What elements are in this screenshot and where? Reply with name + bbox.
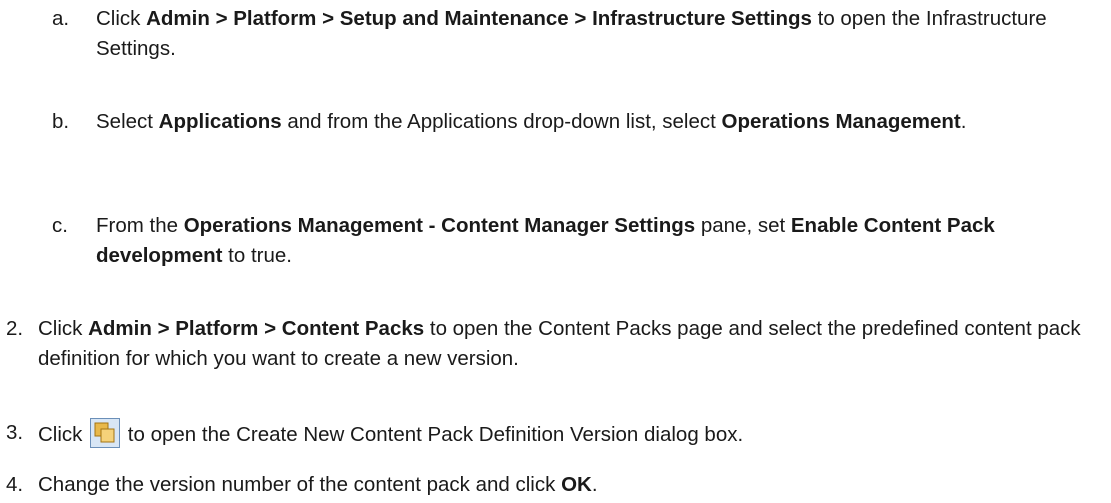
create-new-version-icon[interactable] [90, 418, 121, 448]
step-text-pre: From the [96, 214, 184, 237]
ui-term: Operations Management [721, 110, 961, 133]
step-text: Select Applications and from the Applica… [52, 107, 1107, 137]
step-text: Change the version number of the content… [6, 470, 1106, 500]
menu-path: Admin > Platform > Setup and Maintenance… [146, 7, 812, 30]
step-text: From the Operations Management - Content… [52, 211, 1107, 271]
step-text-post: to open the Create New Content Pack Defi… [122, 423, 744, 446]
step-c: c. From the Operations Management - Cont… [52, 211, 1107, 271]
step-marker: b. [52, 110, 70, 133]
step-marker: c. [52, 214, 68, 237]
step-text-mid: pane, set [695, 214, 791, 237]
step-text-pre: Change the version number of the content… [38, 473, 562, 496]
step-text-pre: Select [96, 110, 159, 133]
step-marker: 2. [6, 317, 24, 340]
step-2: 2. Click Admin > Platform > Content Pack… [6, 314, 1106, 374]
step-a: a. Click Admin > Platform > Setup and Ma… [52, 4, 1107, 64]
step-text-pre: Click [38, 317, 89, 340]
step-text-pre: Click [38, 423, 89, 446]
step-text-post: . [591, 473, 598, 496]
ui-term: OK [561, 473, 592, 496]
step-text: Click Admin > Platform > Setup and Maint… [52, 4, 1107, 64]
step-b: b. Select Applications and from the Appl… [52, 107, 1107, 137]
step-marker: a. [52, 7, 70, 30]
step-marker: 4. [6, 473, 24, 496]
ui-term: Operations Management - Content Manager … [183, 214, 696, 237]
step-3: 3. Click to open the Create New Content … [6, 418, 1106, 450]
step-4: 4. Change the version number of the cont… [6, 470, 1106, 500]
step-text: Click Admin > Platform > Content Packs t… [6, 314, 1106, 374]
step-text-pre: Click [96, 7, 147, 30]
step-text-post: to true. [222, 244, 292, 267]
step-text-mid: and from the Applications drop-down list… [281, 110, 722, 133]
step-text: Click to open the Create New Content Pac… [6, 418, 1106, 450]
menu-path: Admin > Platform > Content Packs [88, 317, 425, 340]
step-text-post: . [960, 110, 967, 133]
ui-term: Applications [158, 110, 282, 133]
step-marker: 3. [6, 421, 24, 444]
